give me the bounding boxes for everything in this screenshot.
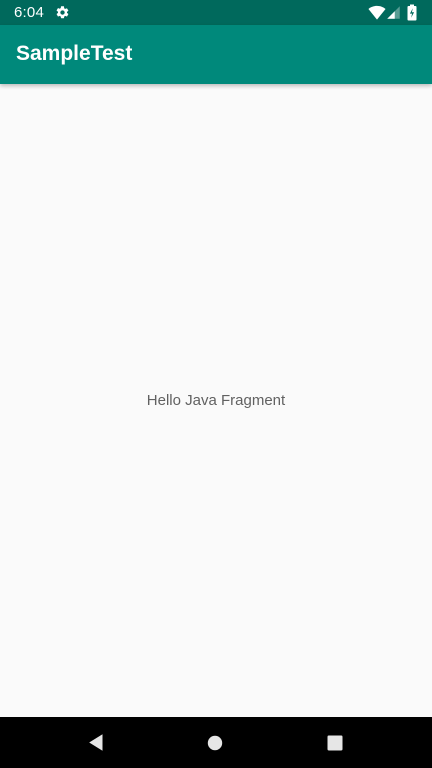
battery-charging-icon	[407, 4, 417, 21]
system-navigation-bar	[0, 717, 432, 768]
fragment-message: Hello Java Fragment	[146, 392, 286, 409]
app-bar: SampleTest	[0, 25, 432, 84]
status-time: 6:04	[14, 4, 44, 21]
status-bar: 6:04	[0, 0, 432, 25]
cell-signal-icon	[386, 5, 401, 20]
android-screen: 6:04 SampleTest Hello Java Fragment	[0, 0, 432, 768]
app-title: SampleTest	[16, 42, 133, 65]
fragment-content: Hello Java Fragment	[0, 84, 432, 717]
back-icon[interactable]	[87, 733, 105, 752]
recent-apps-icon[interactable]	[327, 735, 343, 751]
home-icon[interactable]	[207, 735, 223, 751]
wifi-icon	[368, 5, 386, 20]
settings-icon	[55, 5, 70, 20]
